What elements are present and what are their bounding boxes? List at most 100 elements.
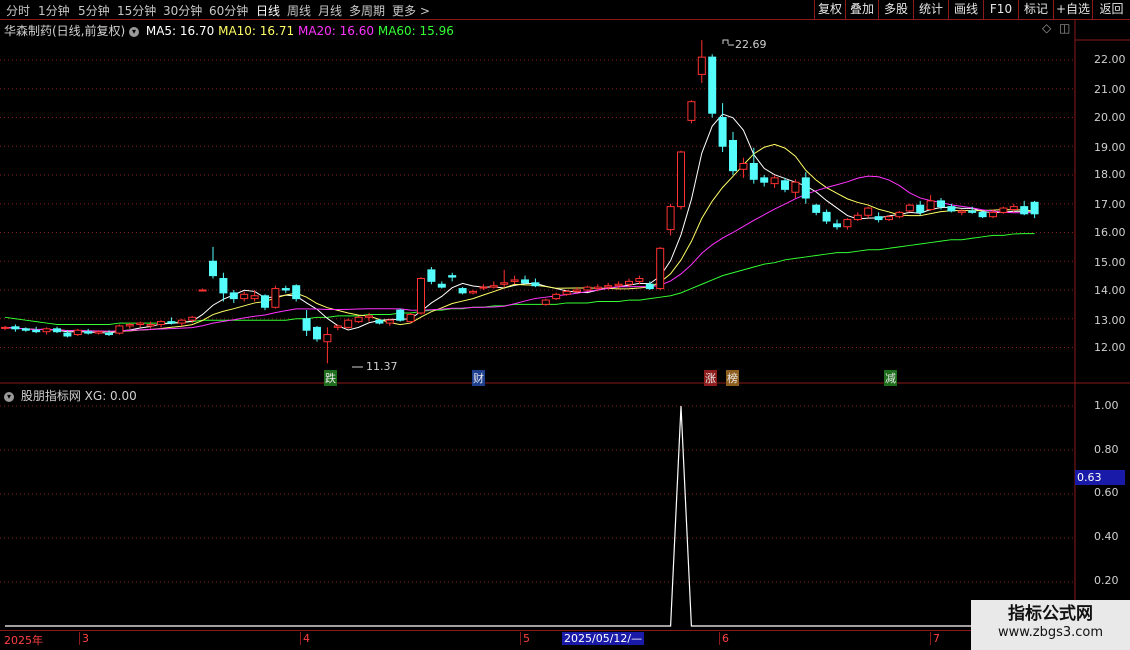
candle-body bbox=[947, 206, 956, 212]
candle-body bbox=[396, 309, 405, 321]
candle-body bbox=[801, 177, 810, 199]
candle-body bbox=[1020, 206, 1029, 215]
date-tick: 5 bbox=[520, 632, 530, 645]
indicator-tick: 0.20 bbox=[1094, 574, 1119, 587]
candle-body bbox=[417, 278, 425, 314]
candle-body bbox=[136, 322, 145, 325]
candle-body bbox=[157, 321, 165, 325]
candle-body bbox=[791, 181, 800, 193]
candle-body bbox=[853, 214, 862, 221]
candle-body bbox=[188, 316, 197, 321]
candle-body bbox=[739, 163, 748, 170]
ma10-line bbox=[4, 143, 1035, 333]
candle-body bbox=[333, 325, 342, 328]
indicator-tick: 1.00 bbox=[1094, 399, 1119, 412]
candle-body bbox=[271, 288, 280, 308]
candle-body bbox=[822, 211, 831, 222]
high-price-label: 22.69 bbox=[735, 38, 767, 51]
price-tick: 19.00 bbox=[1094, 141, 1126, 154]
candle-body bbox=[573, 289, 581, 292]
candle-body bbox=[729, 140, 737, 172]
candle-body bbox=[167, 321, 176, 324]
moving-average-lines bbox=[4, 113, 1035, 334]
date-tick: 6 bbox=[719, 632, 729, 645]
candle-body bbox=[344, 319, 353, 328]
candle-body bbox=[42, 328, 51, 333]
candle-body bbox=[448, 275, 457, 278]
candle-body bbox=[209, 260, 217, 277]
candle-body bbox=[957, 210, 966, 213]
price-tick: 22.00 bbox=[1094, 53, 1126, 66]
ma5-line bbox=[4, 113, 1035, 334]
candle-body bbox=[323, 334, 332, 343]
candle-body bbox=[261, 295, 269, 308]
event-rank-marker[interactable]: 榜 bbox=[726, 370, 739, 386]
ma20-line bbox=[4, 175, 1035, 332]
candle-body bbox=[115, 325, 124, 334]
candle-body bbox=[864, 207, 873, 216]
candle-body bbox=[843, 219, 852, 228]
price-tick: 21.00 bbox=[1094, 83, 1126, 96]
candle-body bbox=[905, 204, 914, 212]
candle-body bbox=[749, 163, 758, 180]
candle-body bbox=[916, 204, 925, 213]
candle-body bbox=[53, 328, 61, 333]
candle-body bbox=[489, 285, 498, 288]
xg-indicator-line bbox=[5, 405, 1035, 627]
event-reduce-marker[interactable]: 减 bbox=[884, 370, 897, 386]
candle-body bbox=[32, 329, 41, 333]
candle-body bbox=[500, 282, 509, 285]
candle-body bbox=[645, 283, 654, 290]
candle-body bbox=[365, 315, 373, 318]
candle-body bbox=[375, 319, 384, 324]
candle-body bbox=[521, 279, 529, 284]
candle-body bbox=[770, 177, 779, 185]
candle-body bbox=[718, 117, 727, 147]
event-rise-marker[interactable]: 涨 bbox=[704, 370, 717, 386]
candle-body bbox=[635, 278, 644, 282]
event-fall-marker[interactable]: 跌 bbox=[324, 370, 337, 386]
event-finance-marker[interactable]: 财 bbox=[472, 370, 485, 386]
price-tick: 20.00 bbox=[1094, 111, 1126, 124]
price-tick: 12.00 bbox=[1094, 341, 1126, 354]
candle-body bbox=[760, 177, 769, 183]
ma60-line bbox=[4, 233, 1035, 325]
candle-body bbox=[614, 283, 623, 287]
candle-body bbox=[978, 211, 987, 218]
candle-body bbox=[292, 285, 301, 300]
price-tick: 18.00 bbox=[1094, 168, 1126, 181]
candle-body bbox=[833, 223, 841, 228]
candle-body bbox=[302, 318, 311, 331]
candle-body bbox=[583, 286, 592, 291]
candle-body bbox=[469, 290, 477, 294]
candle-body bbox=[313, 326, 321, 340]
date-tick: 2025年 bbox=[4, 634, 43, 647]
candle-body bbox=[11, 326, 20, 330]
candle-body bbox=[198, 289, 207, 292]
candle-body bbox=[84, 331, 93, 334]
candle-body bbox=[781, 180, 789, 190]
candle-body bbox=[625, 280, 633, 285]
watermark: 指标公式网 www.zbgs3.com bbox=[971, 600, 1130, 650]
candle-body bbox=[666, 206, 675, 231]
candle-body bbox=[63, 332, 72, 337]
candle-body bbox=[479, 286, 488, 289]
high-marker bbox=[722, 39, 729, 44]
candle-body bbox=[229, 292, 238, 300]
price-tick: 16.00 bbox=[1094, 226, 1126, 239]
indicator-tick: 0.60 bbox=[1094, 486, 1119, 499]
kline-chart[interactable] bbox=[0, 0, 1130, 650]
watermark-title: 指标公式网 bbox=[1008, 604, 1093, 624]
candle-body bbox=[604, 285, 613, 288]
candle-body bbox=[281, 288, 290, 291]
candle-body bbox=[427, 269, 436, 282]
candle-body bbox=[968, 210, 977, 213]
candle-body bbox=[677, 151, 685, 208]
candle-body bbox=[219, 278, 228, 294]
candle-body bbox=[541, 299, 550, 305]
candle-body bbox=[697, 56, 706, 75]
indicator-chart bbox=[5, 405, 1035, 627]
candle-body bbox=[406, 313, 415, 323]
candle-body bbox=[593, 286, 602, 290]
candle-body bbox=[937, 200, 945, 208]
